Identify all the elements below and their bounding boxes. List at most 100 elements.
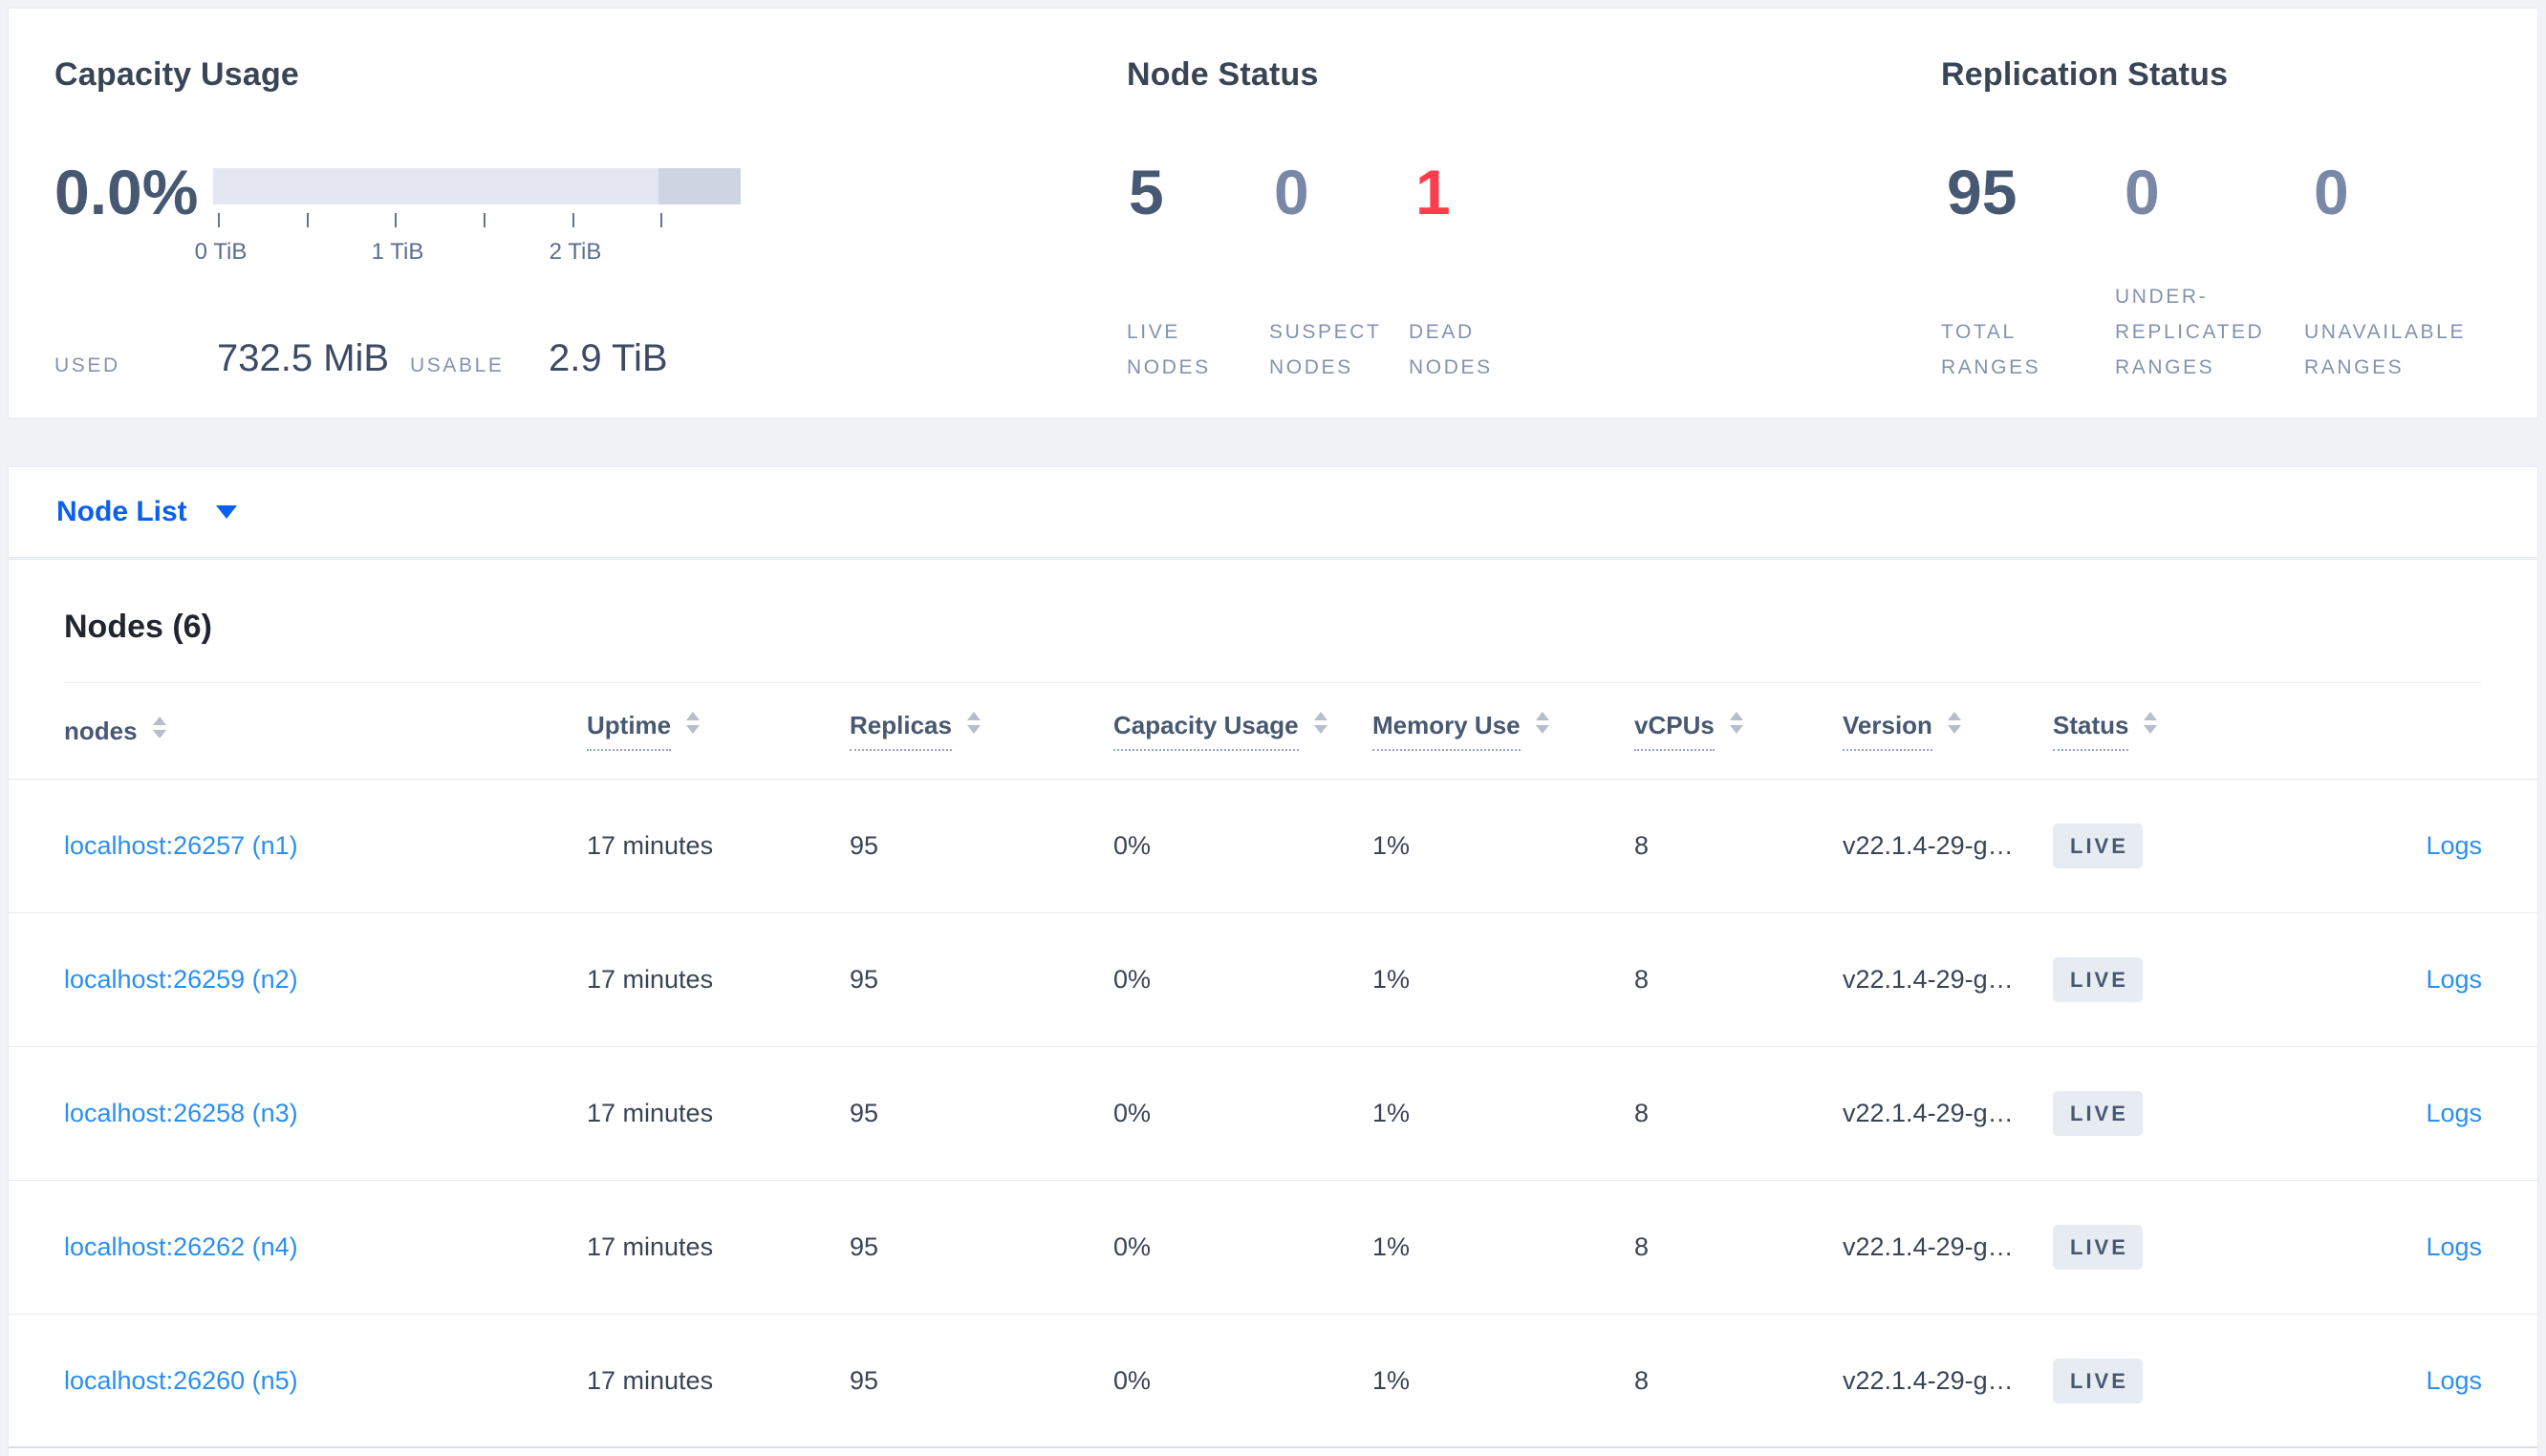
axis-tick-label: 1 TiB (371, 239, 424, 265)
sort-arrows-icon[interactable] (1313, 711, 1327, 734)
sort-arrows-icon[interactable] (686, 711, 701, 734)
status-cell: LIVE (2053, 957, 2282, 1002)
logs-link[interactable]: Logs (2426, 1232, 2482, 1261)
logs-link[interactable]: Logs (2426, 965, 2482, 994)
live-nodes-count: 5 (1129, 157, 1164, 227)
sort-ascending-icon (966, 711, 981, 720)
capacity-usage-cell: 0% (1113, 831, 1152, 860)
sort-descending-icon (1535, 724, 1549, 734)
sort-arrows-icon[interactable] (1729, 711, 1743, 734)
under-replicated-ranges-label: UNDER- REPLICATED RANGES (2115, 286, 2265, 378)
sort-ascending-icon (1729, 711, 1743, 720)
node-link[interactable]: localhost:26257 (n1) (64, 831, 298, 860)
memory-use-cell: 1% (1372, 965, 1411, 994)
nodes-table-card: Nodes (6) nodes Uptime Replicas Capacity Us… (8, 559, 2538, 1456)
memory-use-cell: 1% (1372, 831, 1411, 860)
cluster-summary-card: Capacity Usage 0.0% 0 TiB 1 TiB 2 TiB US… (8, 8, 2538, 418)
sort-descending-icon (1729, 724, 1743, 734)
sort-ascending-icon (1947, 711, 1961, 720)
logs-cell: Logs (2282, 1099, 2482, 1128)
sort-descending-icon (2144, 724, 2158, 734)
node-cell: localhost:26262 (n4) (64, 1232, 587, 1262)
capacity-used-percent: 0.0% (54, 157, 199, 227)
capacity-bar-reserved-segment (658, 168, 741, 204)
column-header-label: Uptime (587, 711, 672, 751)
sort-descending-icon (966, 724, 981, 734)
capacity-usage-title: Capacity Usage (54, 56, 300, 93)
vcpus-cell: 8 (1634, 1365, 1650, 1395)
node-status-title: Node Status (1127, 56, 1319, 93)
column-header-capacity-usage[interactable]: Capacity Usage (1113, 711, 1372, 751)
logs-cell: Logs (2282, 1232, 2482, 1262)
uptime-cell: 17 minutes (587, 831, 714, 860)
sort-ascending-icon (686, 711, 701, 720)
usable-label: USABLE (410, 354, 505, 376)
vcpus-cell: 8 (1634, 1232, 1650, 1261)
sort-ascending-icon (2144, 711, 2158, 720)
status-cell: LIVE (2053, 1358, 2282, 1403)
logs-link[interactable]: Logs (2426, 831, 2482, 860)
sort-descending-icon (1313, 724, 1327, 734)
total-ranges-count: 95 (1947, 157, 2017, 227)
replicas-cell: 95 (850, 965, 879, 994)
node-list-dropdown[interactable]: Node List (56, 496, 237, 528)
sort-arrows-icon[interactable] (1947, 711, 1961, 734)
column-header-vcpus[interactable]: vCPUs (1634, 711, 1843, 751)
sort-arrows-icon[interactable] (966, 711, 981, 734)
column-header-version[interactable]: Version (1843, 711, 2053, 751)
total-ranges-label: TOTAL RANGES (1941, 321, 2041, 378)
logs-link[interactable]: Logs (2426, 1099, 2482, 1127)
node-link[interactable]: localhost:26259 (n2) (64, 965, 298, 994)
axis-tick (395, 213, 397, 227)
table-row: localhost:26262 (n4) 17 minutes 95 0% 1%… (9, 1181, 2537, 1315)
node-link[interactable]: localhost:26258 (n3) (64, 1099, 298, 1127)
unavailable-ranges-count: 0 (2314, 157, 2349, 227)
replication-status-title: Replication Status (1941, 56, 2229, 93)
column-header-label: Status (2053, 711, 2129, 751)
node-link[interactable]: localhost:26260 (n5) (64, 1366, 298, 1395)
dead-nodes-count: 1 (1415, 157, 1451, 227)
usable-value: 2.9 TiB (549, 337, 668, 379)
suspect-nodes-count: 0 (1274, 157, 1309, 227)
column-header-memory-use[interactable]: Memory Use (1372, 711, 1634, 751)
sort-descending-icon (686, 724, 701, 734)
replicas-cell: 95 (850, 1099, 879, 1127)
column-header-label: nodes (64, 716, 138, 745)
column-header-uptime[interactable]: Uptime (587, 711, 850, 751)
axis-tick (484, 213, 485, 227)
replicas-cell: 95 (850, 1232, 879, 1261)
capacity-bar-axis: 0 TiB 1 TiB 2 TiB (195, 204, 741, 271)
vcpus-cell: 8 (1634, 965, 1650, 994)
uptime-cell: 17 minutes (587, 1365, 714, 1395)
axis-tick-label: 0 TiB (194, 239, 248, 265)
status-cell: LIVE (2053, 1091, 2282, 1136)
status-cell: LIVE (2053, 824, 2282, 868)
node-list-dropdown-label: Node List (56, 496, 187, 527)
sort-ascending-icon (152, 716, 166, 725)
capacity-usage-bar (213, 168, 741, 204)
table-row: localhost:26260 (n5) 17 minutes 95 0% 1%… (9, 1315, 2537, 1448)
logs-link[interactable]: Logs (2426, 1366, 2482, 1395)
version-cell: v22.1.4-29-g… (1843, 965, 2014, 994)
capacity-usage-cell: 0% (1113, 1232, 1152, 1261)
version-cell: v22.1.4-29-g… (1843, 1365, 2014, 1395)
sort-ascending-icon (1535, 711, 1549, 720)
sort-arrows-icon[interactable] (2144, 711, 2158, 734)
version-cell: v22.1.4-29-g… (1843, 1099, 2014, 1127)
memory-use-cell: 1% (1372, 1232, 1411, 1261)
node-link[interactable]: localhost:26262 (n4) (64, 1232, 298, 1261)
column-header-status[interactable]: Status (2053, 711, 2282, 751)
logs-cell: Logs (2282, 831, 2482, 861)
column-header-label: Version (1843, 711, 1932, 751)
vcpus-cell: 8 (1634, 1099, 1650, 1127)
live-nodes-label: LIVE NODES (1127, 321, 1211, 378)
table-row: localhost:26257 (n1) 17 minutes 95 0% 1%… (9, 780, 2537, 913)
sort-arrows-icon[interactable] (152, 716, 166, 739)
sort-arrows-icon[interactable] (1535, 711, 1549, 734)
axis-tick (572, 213, 574, 227)
column-header-nodes[interactable]: nodes (64, 716, 587, 746)
memory-use-cell: 1% (1372, 1365, 1411, 1395)
column-header-replicas[interactable]: Replicas (850, 711, 1113, 751)
memory-use-cell: 1% (1372, 1099, 1411, 1127)
replicas-cell: 95 (850, 1365, 879, 1395)
